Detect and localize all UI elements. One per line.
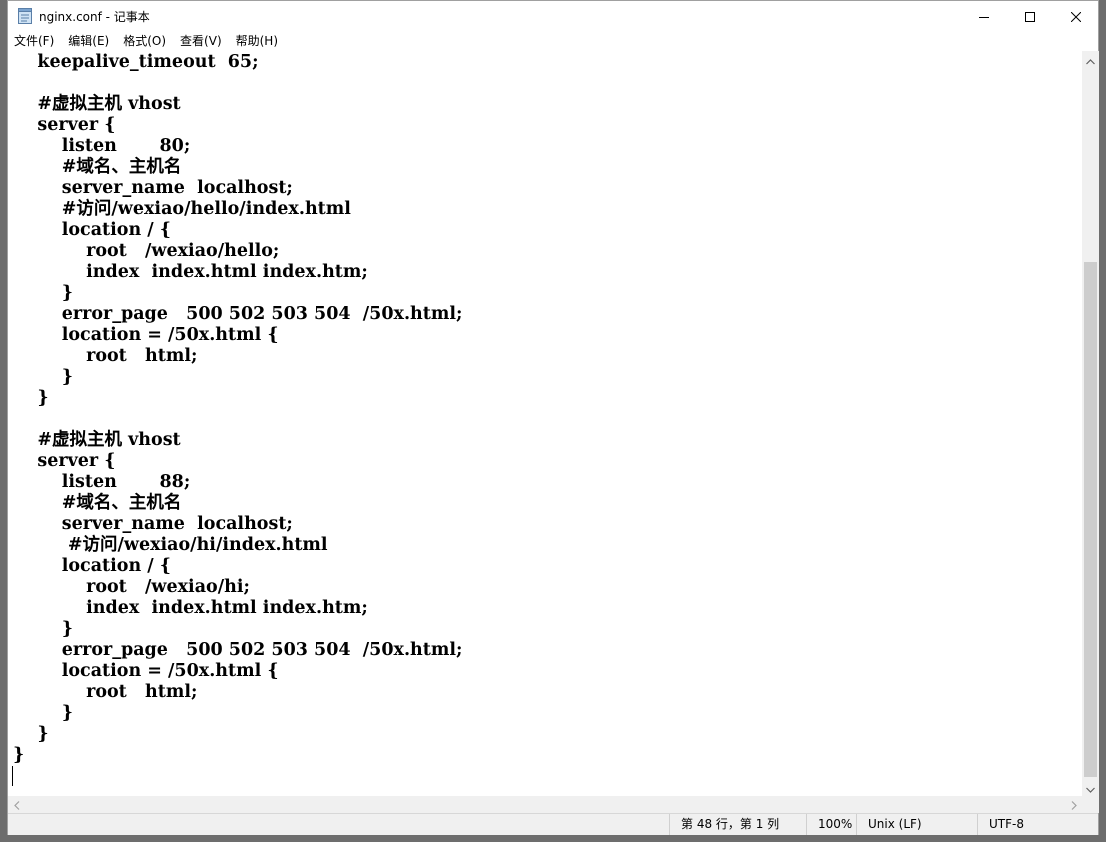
- scroll-down-button[interactable]: [1082, 779, 1099, 796]
- chevron-right-icon: [1071, 795, 1077, 814]
- title-bar[interactable]: nginx.conf - 记事本: [8, 1, 1098, 32]
- editor-text[interactable]: keepalive_timeout 65; #虚拟主机 vhost server…: [8, 52, 1082, 766]
- status-encoding: UTF-8: [977, 814, 1106, 835]
- scroll-up-button[interactable]: [1082, 51, 1099, 68]
- text-editor[interactable]: keepalive_timeout 65; #虚拟主机 vhost server…: [8, 51, 1082, 796]
- maximize-button[interactable]: [1007, 1, 1053, 32]
- window-title: nginx.conf - 记事本: [39, 10, 150, 24]
- menu-format[interactable]: 格式(O): [116, 32, 173, 51]
- menu-view[interactable]: 查看(V): [173, 32, 229, 51]
- chevron-up-icon: [1086, 50, 1095, 69]
- text-caret: [12, 766, 13, 786]
- notepad-window: nginx.conf - 记事本 文件(F) 编辑(E) 格式(O) 查看(V)…: [7, 0, 1099, 835]
- chevron-left-icon: [13, 795, 20, 814]
- minimize-icon: [979, 12, 989, 22]
- status-line-ending: Unix (LF): [856, 814, 988, 835]
- status-bar: 第 48 行，第 1 列 100% Unix (LF) UTF-8: [8, 813, 1098, 835]
- chevron-down-icon: [1086, 778, 1095, 797]
- menu-file[interactable]: 文件(F): [8, 32, 61, 51]
- minimize-button[interactable]: [961, 1, 1007, 32]
- scroll-left-button[interactable]: [8, 796, 25, 813]
- scroll-right-button[interactable]: [1065, 796, 1082, 813]
- scrollbar-corner: [1082, 796, 1099, 813]
- menu-help[interactable]: 帮助(H): [229, 32, 285, 51]
- menu-bar: 文件(F) 编辑(E) 格式(O) 查看(V) 帮助(H): [8, 32, 1098, 51]
- status-cursor-position: 第 48 行，第 1 列: [669, 814, 817, 835]
- close-button[interactable]: [1053, 1, 1099, 32]
- menu-edit[interactable]: 编辑(E): [61, 32, 116, 51]
- notepad-icon: [18, 8, 32, 24]
- close-icon: [1071, 11, 1081, 22]
- horizontal-scrollbar[interactable]: [8, 796, 1082, 813]
- vertical-scrollbar[interactable]: [1082, 51, 1099, 796]
- maximize-icon: [1025, 11, 1035, 22]
- vertical-scroll-thumb[interactable]: [1084, 262, 1097, 777]
